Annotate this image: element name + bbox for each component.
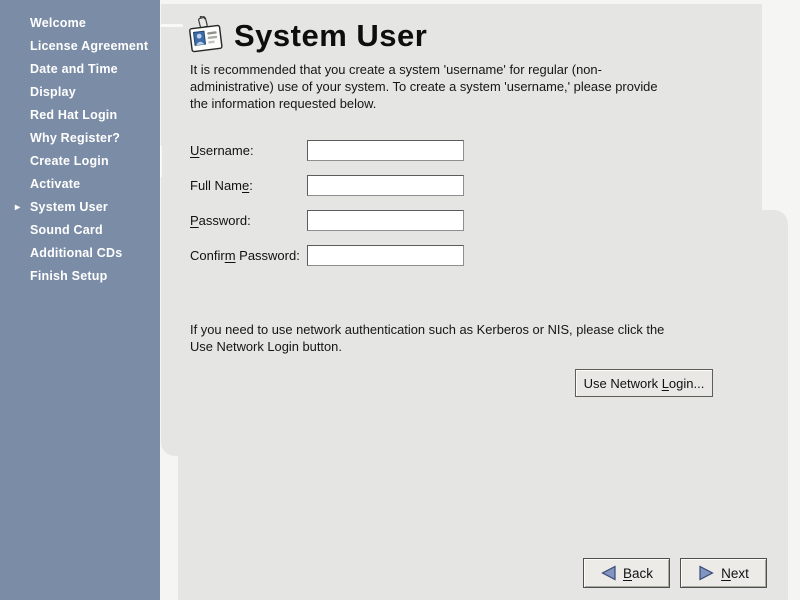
text-line: Use Network Login button. <box>190 338 710 355</box>
confirm-password-row: Confirm Password: <box>190 245 307 267</box>
back-arrow-icon <box>600 565 617 581</box>
next-button[interactable]: Next <box>680 558 767 588</box>
username-input[interactable] <box>307 140 464 161</box>
sidebar-item-sound-card: Sound Card <box>0 219 160 242</box>
sidebar-item-why-register: Why Register? <box>0 127 160 150</box>
content-panel-lower <box>178 210 788 600</box>
page-header: System User <box>188 14 427 58</box>
sidebar-item-red-hat-login: Red Hat Login <box>0 104 160 127</box>
next-button-label: Next <box>721 566 749 581</box>
sidebar-item-date-and-time: Date and Time <box>0 58 160 81</box>
sidebar-item-display: Display <box>0 81 160 104</box>
id-badge-icon <box>188 16 224 56</box>
sidebar-item-create-login: Create Login <box>0 150 160 173</box>
firstboot-window: Welcome License Agreement Date and Time … <box>0 0 800 600</box>
use-network-login-button[interactable]: Use Network Login... <box>575 369 713 397</box>
network-auth-text: If you need to use network authenticatio… <box>190 321 710 355</box>
full-name-label: Full Name: <box>190 175 307 196</box>
text-line: administrative) use of your system. To c… <box>190 78 710 95</box>
full-name-row: Full Name: <box>190 175 307 197</box>
pane-handle <box>160 146 162 177</box>
intro-text: It is recommended that you create a syst… <box>190 61 710 112</box>
password-input[interactable] <box>307 210 464 231</box>
sidebar-item-activate: Activate <box>0 173 160 196</box>
sidebar-item-welcome: Welcome <box>0 12 160 35</box>
page-title: System User <box>234 18 427 54</box>
password-row: Password: <box>190 210 307 232</box>
sidebar-item-system-user: ▸ System User <box>0 196 160 219</box>
confirm-password-input[interactable] <box>307 245 464 266</box>
username-label: Username: <box>190 140 307 161</box>
text-line: It is recommended that you create a syst… <box>190 61 710 78</box>
password-label: Password: <box>190 210 307 231</box>
next-arrow-icon <box>698 565 715 581</box>
full-name-input[interactable] <box>307 175 464 196</box>
sidebar-item-finish-setup: Finish Setup <box>0 265 160 288</box>
sidebar-connector-line <box>160 24 183 27</box>
sidebar-item-license-agreement: License Agreement <box>0 35 160 58</box>
text-line: the information requested below. <box>190 95 710 112</box>
sidebar: Welcome License Agreement Date and Time … <box>0 0 160 600</box>
text-line: If you need to use network authenticatio… <box>190 321 710 338</box>
back-button-label: Back <box>623 566 653 581</box>
username-row: Username: <box>190 140 307 162</box>
sidebar-item-additional-cds: Additional CDs <box>0 242 160 265</box>
back-button[interactable]: Back <box>583 558 670 588</box>
active-step-arrow-icon: ▸ <box>15 196 20 219</box>
confirm-password-label: Confirm Password: <box>190 245 307 266</box>
